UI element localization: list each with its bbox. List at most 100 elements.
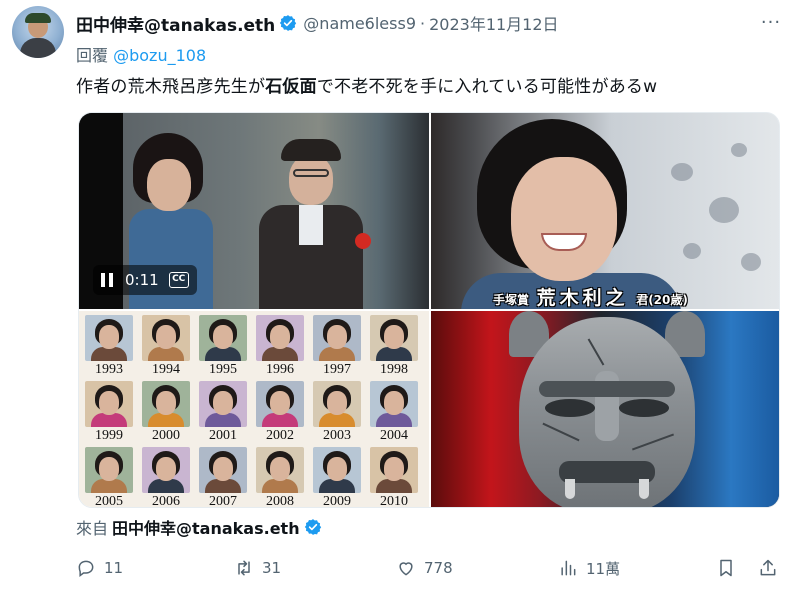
reply-icon <box>78 560 94 577</box>
pause-icon[interactable] <box>101 273 115 287</box>
media-stone-mask[interactable] <box>431 311 779 507</box>
year-photo-cell: 1995 <box>199 315 247 378</box>
source-prefix: 來自 <box>76 519 109 538</box>
media-photo-smile[interactable]: 手塚賞 荒木利之 君(20歳) <box>431 113 779 309</box>
tweet-text-bold: 石仮面 <box>265 77 317 97</box>
year-portrait <box>199 315 247 361</box>
retweet-button[interactable]: 31 <box>234 556 281 580</box>
tweet-text: 作者の荒木飛呂彦先生が石仮面で不老不死を手に入れている可能性があるw <box>76 72 657 97</box>
year-portrait <box>313 315 361 361</box>
like-button[interactable]: 778 <box>396 556 453 580</box>
smile-photo-face <box>511 157 617 281</box>
views-count: 11萬 <box>586 559 621 578</box>
mask-fang-right <box>639 479 649 499</box>
year-label: 1997 <box>323 362 351 377</box>
year-portrait <box>256 447 304 493</box>
year-label: 1994 <box>152 362 180 377</box>
share-icon <box>760 559 776 576</box>
retweet-icon <box>238 560 250 576</box>
source-name[interactable]: 田中伸幸@tanakas.eth <box>112 515 300 539</box>
year-label: 1993 <box>95 362 123 377</box>
avatar-body-shape <box>20 38 56 58</box>
year-label: 2007 <box>209 494 237 508</box>
bookmark-button[interactable] <box>716 556 736 580</box>
reply-prefix: 回覆 <box>76 46 109 65</box>
media-grid: 0:11 CC 手塚賞 荒木利之 君(20歳) 1993 1994 1995 1996… <box>78 112 780 508</box>
year-label: 2008 <box>266 494 294 508</box>
media-year-grid[interactable]: 1993 1994 1995 1996 1997 1998 1999 2000 2001 2002… <box>79 311 429 508</box>
year-label: 2006 <box>152 494 180 508</box>
share-button[interactable] <box>758 556 778 580</box>
year-photo-cell: 2000 <box>142 381 190 444</box>
year-photo-cell: 1996 <box>256 315 304 378</box>
year-photo-cell: 2001 <box>199 381 247 444</box>
year-label: 2003 <box>323 428 351 443</box>
year-photo-cell: 1999 <box>85 381 133 444</box>
more-options-icon[interactable]: ··· <box>757 10 785 34</box>
year-portrait <box>142 315 190 361</box>
year-label: 1999 <box>95 428 123 443</box>
year-photo-cell: 2008 <box>256 447 304 508</box>
mask-eye-left <box>545 399 595 417</box>
year-portrait <box>85 447 133 493</box>
user-handle[interactable]: @name6less9 <box>303 14 416 33</box>
year-portrait <box>370 315 418 361</box>
caption-age: 君(20歳) <box>636 293 688 307</box>
year-photo-cell: 1997 <box>313 315 361 378</box>
year-label: 2002 <box>266 428 294 443</box>
year-portrait <box>313 447 361 493</box>
reply-button[interactable]: 11 <box>76 556 123 580</box>
year-photo-cell: 1998 <box>370 315 418 378</box>
year-photo-cell: 2006 <box>142 447 190 508</box>
quote-source: 來自 田中伸幸@tanakas.eth <box>76 515 322 539</box>
year-portrait <box>370 447 418 493</box>
year-photo-cell: 2010 <box>370 447 418 508</box>
year-portrait <box>142 447 190 493</box>
bookmark-icon <box>720 559 732 577</box>
avatar[interactable] <box>12 6 64 58</box>
views-button[interactable]: 11萬 <box>558 556 620 580</box>
year-portrait <box>370 381 418 427</box>
year-portrait <box>199 447 247 493</box>
tweet-date[interactable]: 2023年11月12日 <box>429 11 558 35</box>
year-photo-cell: 2004 <box>370 381 418 444</box>
source-verified-badge-icon <box>304 518 322 536</box>
video-controls: 0:11 CC <box>93 265 197 295</box>
retweet-count: 31 <box>262 559 282 577</box>
tweet-text-part-1: 作者の荒木飛呂彦先生が <box>76 77 266 97</box>
caption-award: 手塚賞 <box>493 293 530 307</box>
views-chart-icon <box>561 560 576 576</box>
year-label: 2000 <box>152 428 180 443</box>
year-photo-cell: 1994 <box>142 315 190 378</box>
video-player[interactable]: 0:11 CC <box>79 113 429 309</box>
year-photo-cell: 2005 <box>85 447 133 507</box>
year-label: 2004 <box>380 428 408 443</box>
tweet-text-part-2: で不老不死を手に入れている可能性があるw <box>316 77 658 97</box>
year-portrait <box>85 315 133 361</box>
mask-eye-right <box>619 399 669 417</box>
like-count: 778 <box>424 559 453 577</box>
year-label: 2010 <box>380 494 408 508</box>
year-portrait <box>199 381 247 427</box>
reply-count: 11 <box>104 559 124 577</box>
year-photo-cell: 2003 <box>313 381 361 444</box>
reply-context: 回覆 @bozu_108 <box>76 42 206 66</box>
video-person-right <box>255 139 365 309</box>
reply-mention-link[interactable]: @bozu_108 <box>113 46 206 65</box>
caption-name: 荒木利之 <box>536 287 629 309</box>
avatar-cap-shape <box>25 13 51 23</box>
year-label: 1998 <box>380 362 408 377</box>
year-label: 2009 <box>323 494 351 508</box>
year-label: 1996 <box>266 362 294 377</box>
captions-icon[interactable]: CC <box>168 272 189 288</box>
heart-icon <box>399 562 413 576</box>
year-photo-cell: 1993 <box>85 315 133 378</box>
year-portrait <box>256 315 304 361</box>
year-photo-cell: 2007 <box>199 447 247 508</box>
year-portrait <box>256 381 304 427</box>
display-name[interactable]: 田中伸幸@tanakas.eth <box>76 11 275 36</box>
action-bar: 11 31 778 11萬 <box>76 556 786 580</box>
year-photo-cell: 2002 <box>256 381 304 444</box>
video-time: 0:11 <box>125 271 159 289</box>
verified-badge-icon <box>279 14 297 32</box>
